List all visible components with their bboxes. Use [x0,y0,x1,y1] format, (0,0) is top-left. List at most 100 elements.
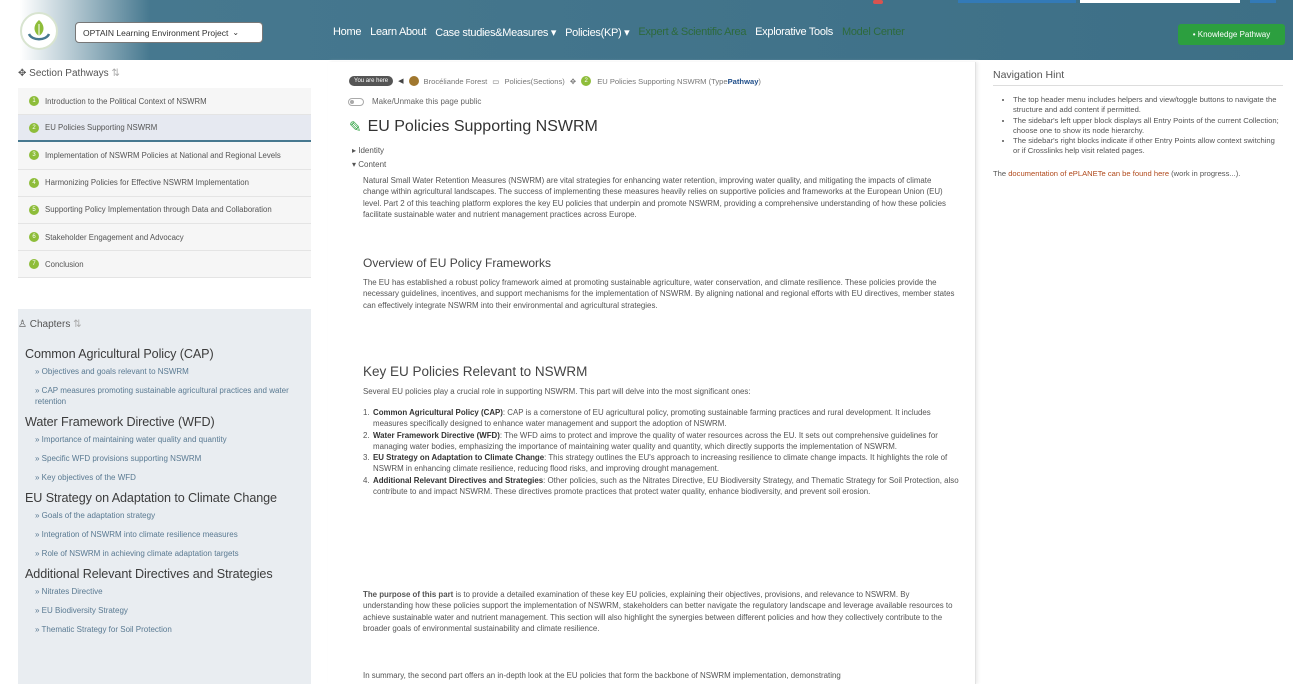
nav-item[interactable]: Expert & Scientific Area [638,26,746,38]
purpose-paragraph: The purpose of this part is to provide a… [363,589,956,634]
chapter-link[interactable]: » CAP measures promoting sustainable agr… [25,385,305,407]
top-header: OPTAIN Learning Environment Project ⌄ Ho… [0,0,1293,60]
doc-prefix: The [993,168,1009,178]
chapter-link[interactable]: » Objectives and goals relevant to NSWRM [25,366,305,377]
bullet-icon: » [35,530,42,539]
navigation-hint-title: Navigation Hint [993,69,1283,86]
bullet-icon: » [35,549,42,558]
pathway-item[interactable]: 7 Conclusion [18,251,311,279]
hint-item: The top header menu includes helpers and… [1013,95,1283,116]
hint-item: The sidebar's right blocks indicate if o… [1013,136,1283,157]
pathway-label: Conclusion [45,259,84,269]
chapter-link[interactable]: » Key objectives of the WFD [25,472,305,483]
nav-item[interactable]: Model Center [842,26,905,38]
pathway-item[interactable]: 6 Stakeholder Engagement and Advocacy [18,223,311,252]
key-policies-intro: Several EU policies play a crucial role … [363,387,751,396]
section-pathways-title: Section Pathways [29,68,109,79]
chapter-link-text: Goals of the adaptation strategy [41,511,156,520]
nav-item[interactable]: Case studies&Measures ▾ [435,26,556,39]
chapter-link[interactable]: » Role of NSWRM in achieving climate ada… [25,548,305,559]
identity-label: Identity [358,146,385,155]
bullet-icon: » [35,511,42,520]
public-toggle-switch[interactable] [348,97,364,106]
pathway-number-badge: 1 [29,96,39,107]
sort-icon[interactable]: ⇅ [73,319,81,330]
chapter-link-text: Thematic Strategy for Soil Protection [41,625,172,634]
overview-heading: Overview of EU Policy Frameworks [363,256,552,270]
chevron-down-icon: ⌄ [232,28,240,37]
pathway-number-badge: 2 [581,76,592,86]
identity-toggle[interactable]: ▸ Identity [352,146,384,155]
chapter-link[interactable]: » Specific WFD provisions supporting NSW… [25,453,305,464]
chapter-link[interactable]: » Thematic Strategy for Soil Protection [25,624,305,635]
chapter-link[interactable]: » Nitrates Directive [25,586,305,597]
pathway-number-badge: 6 [29,232,39,243]
page-title-text: EU Policies Supporting NSWRM [367,118,598,135]
breadcrumb-forest[interactable]: Brocéliande Forest [424,77,488,86]
nav-item[interactable]: Policies(KP) ▾ [565,26,630,39]
list-item-term: Water Framework Directive (WFD) [373,430,500,440]
signpost-icon: ✥ [18,68,27,79]
bullet-icon: » [35,473,42,482]
chapter-link[interactable]: » Integration of NSWRM into climate resi… [25,529,305,540]
site-logo[interactable] [20,12,58,50]
pathway-item[interactable]: 1 Introduction to the Political Context o… [18,88,311,116]
chapters-title: Chapters [29,319,71,330]
project-select-value: OPTAIN Learning Environment Project [83,27,229,38]
chapter-link[interactable]: » Goals of the adaptation strategy [25,510,305,521]
chapter-link[interactable]: » Importance of maintaining water qualit… [25,434,305,445]
pathway-label: Stakeholder Engagement and Advocacy [45,232,184,242]
pathway-item[interactable]: 5 Supporting Policy Implementation throug… [18,196,311,224]
chapter-title[interactable]: EU Strategy on Adaptation to Climate Cha… [25,491,305,505]
chapter-title[interactable]: Common Agricultural Policy (CAP) [25,347,305,361]
chapter-link-text: CAP measures promoting sustainable agric… [35,386,289,406]
pathway-item[interactable]: 3 Implementation of NSWRM Policies at Nat… [18,142,311,170]
project-select[interactable]: OPTAIN Learning Environment Project ⌄ [75,22,263,43]
public-toggle-row[interactable]: Make/Unmake this page public [348,97,481,106]
chapter-link-text: Role of NSWRM in achieving climate adapt… [41,549,239,558]
sort-icon[interactable]: ⇅ [111,68,119,79]
pathway-label: EU Policies Supporting NSWRM [45,123,158,133]
chapter-link-text: Objectives and goals relevant to NSWRM [41,367,189,376]
key-policies-heading: Key EU Policies Relevant to NSWRM [363,364,588,379]
public-toggle-label: Make/Unmake this page public [372,97,482,106]
back-arrow-icon[interactable]: ◀ [398,77,403,85]
pathway-label: Harmonizing Policies for Effective NSWRM… [45,178,249,188]
chapter-link-text: EU Biodiversity Strategy [41,606,128,615]
list-number: 4. [363,475,370,485]
pathway-item[interactable]: 2 EU Policies Supporting NSWRM [18,115,311,143]
chapter-title[interactable]: Water Framework Directive (WFD) [25,415,305,429]
list-item: 2. Water Framework Directive (WFD): The W… [363,430,963,453]
breadcrumb: You are here ◀ Brocéliande Forest ▭ Poli… [349,76,761,86]
main-content: You are here ◀ Brocéliande Forest ▭ Poli… [328,62,976,684]
edit-icon[interactable]: ✎ [349,118,362,136]
you-are-here-badge: You are here [349,76,394,86]
folder-icon: ▭ [492,76,500,86]
intro-paragraph: Natural Small Water Retention Measures (… [363,176,946,219]
strip-search-bar [1080,0,1240,3]
chapter-title[interactable]: Additional Relevant Directives and Strat… [25,567,305,581]
list-number: 3. [363,453,370,463]
documentation-link[interactable]: documentation of ePLANETe can be found h… [1008,169,1169,178]
pathway-number-badge: 2 [29,122,39,133]
list-number: 1. [363,408,370,417]
leaf-hand-icon [27,20,51,41]
bullet-icon: » [35,386,42,395]
knowledge-pathway-button[interactable]: • Knowledge Pathway [1178,24,1285,45]
pathway-item[interactable]: 4 Harmonizing Policies for Effective NSWR… [18,169,311,197]
chapter-link[interactable]: » EU Biodiversity Strategy [25,605,305,616]
breadcrumb-current-prefix: EU Policies Supporting NSWRM (Type [597,76,728,86]
chapter-link-text: Nitrates Directive [41,587,103,596]
content-toggle[interactable]: ▾ Content [352,160,386,169]
nav-item[interactable]: Explorative Tools [755,26,833,38]
nav-item[interactable]: Learn About [370,26,426,38]
header-top-strip [870,0,1293,5]
purpose-bold: The purpose of this part [363,590,454,599]
pathway-number-badge: 3 [29,150,39,161]
breadcrumb-policies[interactable]: Policies(Sections) [504,77,564,86]
pathway-number-badge: 7 [29,259,39,270]
pathway-label: Introduction to the Political Context of… [45,96,207,106]
bullet-icon: » [35,587,42,596]
nav-item[interactable]: Home [333,26,361,38]
list-item-body: Water Framework Directive (WFD): The WFD… [373,430,963,453]
